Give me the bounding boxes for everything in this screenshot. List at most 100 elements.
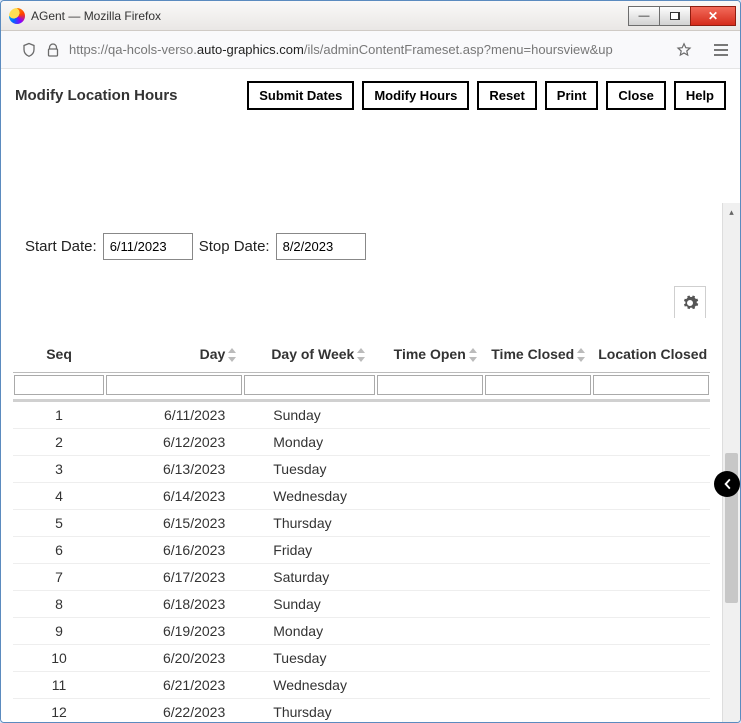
table-row[interactable]: 36/13/2023Tuesday — [13, 456, 710, 483]
stop-date-input[interactable] — [276, 233, 366, 260]
table-row[interactable]: 116/21/2023Wednesday — [13, 672, 710, 699]
cell-dow: Monday — [243, 618, 376, 645]
cell-loc — [592, 618, 710, 645]
col-dow-header[interactable]: Day of Week — [243, 328, 376, 373]
url-prefix: https://qa-hcols-verso. — [69, 42, 197, 57]
scroll-up-arrow[interactable]: ▴ — [723, 205, 740, 219]
hours-table: Seq Day Day of Week Time Open Time Close… — [13, 328, 710, 722]
filter-loc[interactable] — [593, 375, 709, 395]
url-field[interactable]: https://qa-hcols-verso.auto-graphics.com… — [11, 36, 702, 64]
cell-day: 6/18/2023 — [105, 591, 243, 618]
minimize-button[interactable]: — — [628, 6, 660, 26]
cell-seq: 10 — [13, 645, 105, 672]
cell-day: 6/17/2023 — [105, 564, 243, 591]
cell-day: 6/13/2023 — [105, 456, 243, 483]
cell-dow: Sunday — [243, 591, 376, 618]
cell-seq: 1 — [13, 401, 105, 429]
cell-open — [376, 401, 483, 429]
table-row[interactable]: 106/20/2023Tuesday — [13, 645, 710, 672]
cell-dow: Tuesday — [243, 456, 376, 483]
cell-dow: Wednesday — [243, 672, 376, 699]
table-row[interactable]: 66/16/2023Friday — [13, 537, 710, 564]
cell-open — [376, 510, 483, 537]
url-host: auto-graphics.com — [197, 42, 304, 57]
table-row[interactable]: 16/11/2023Sunday — [13, 401, 710, 429]
chevron-left-icon — [720, 477, 734, 491]
sort-icon — [227, 348, 237, 362]
modify-hours-button[interactable]: Modify Hours — [362, 81, 469, 110]
print-button[interactable]: Print — [545, 81, 599, 110]
col-seq-header[interactable]: Seq — [13, 328, 105, 373]
cell-open — [376, 591, 483, 618]
maximize-button[interactable] — [659, 6, 691, 26]
filter-row — [13, 373, 710, 401]
cell-dow: Thursday — [243, 699, 376, 722]
submit-dates-button[interactable]: Submit Dates — [247, 81, 354, 110]
col-loc-header[interactable]: Location Closed — [592, 328, 710, 373]
window-title: AGent — Mozilla Firefox — [31, 9, 161, 23]
address-bar: https://qa-hcols-verso.auto-graphics.com… — [1, 31, 740, 69]
reset-button[interactable]: Reset — [477, 81, 536, 110]
filter-close[interactable] — [485, 375, 591, 395]
filter-day[interactable] — [106, 375, 242, 395]
table-row[interactable]: 86/18/2023Sunday — [13, 591, 710, 618]
cell-day: 6/21/2023 — [105, 672, 243, 699]
cell-day: 6/12/2023 — [105, 429, 243, 456]
filter-dow[interactable] — [244, 375, 375, 395]
page-header: Modify Location Hours Submit Dates Modif… — [1, 69, 740, 122]
cell-open — [376, 537, 483, 564]
cell-seq: 7 — [13, 564, 105, 591]
cell-open — [376, 645, 483, 672]
cell-loc — [592, 456, 710, 483]
cell-day: 6/11/2023 — [105, 401, 243, 429]
cell-open — [376, 699, 483, 722]
filter-open[interactable] — [377, 375, 482, 395]
start-date-input[interactable] — [103, 233, 193, 260]
url-text: https://qa-hcols-verso.auto-graphics.com… — [69, 42, 668, 57]
date-row: Start Date: Stop Date: — [13, 203, 710, 280]
cell-loc — [592, 510, 710, 537]
col-day-header[interactable]: Day — [105, 328, 243, 373]
cell-seq: 6 — [13, 537, 105, 564]
window-buttons: — ✕ — [629, 6, 736, 26]
col-close-header[interactable]: Time Closed — [484, 328, 592, 373]
cell-seq: 2 — [13, 429, 105, 456]
cell-day: 6/14/2023 — [105, 483, 243, 510]
table-row[interactable]: 56/15/2023Thursday — [13, 510, 710, 537]
cell-seq: 8 — [13, 591, 105, 618]
cell-seq: 5 — [13, 510, 105, 537]
close-window-button[interactable]: ✕ — [690, 6, 736, 26]
cell-close — [484, 699, 592, 722]
table-row[interactable]: 26/12/2023Monday — [13, 429, 710, 456]
col-open-header[interactable]: Time Open — [376, 328, 483, 373]
table-row[interactable]: 96/19/2023Monday — [13, 618, 710, 645]
collapse-panel-button[interactable] — [714, 471, 740, 497]
cell-dow: Sunday — [243, 401, 376, 429]
table-row[interactable]: 46/14/2023Wednesday — [13, 483, 710, 510]
table-row[interactable]: 76/17/2023Saturday — [13, 564, 710, 591]
cell-loc — [592, 537, 710, 564]
cell-loc — [592, 645, 710, 672]
table-row[interactable]: 126/22/2023Thursday — [13, 699, 710, 722]
page-content: Modify Location Hours Submit Dates Modif… — [1, 69, 740, 722]
menu-icon[interactable] — [712, 41, 730, 59]
help-button[interactable]: Help — [674, 81, 726, 110]
cell-seq: 3 — [13, 456, 105, 483]
page-title: Modify Location Hours — [15, 87, 239, 104]
url-path: /ils/adminContentFrameset.asp?menu=hours… — [304, 42, 613, 57]
close-button[interactable]: Close — [606, 81, 665, 110]
cell-close — [484, 591, 592, 618]
cell-day: 6/15/2023 — [105, 510, 243, 537]
table-settings-button[interactable] — [674, 286, 706, 318]
filter-seq[interactable] — [14, 375, 104, 395]
cell-open — [376, 618, 483, 645]
cell-dow: Wednesday — [243, 483, 376, 510]
lock-icon — [45, 42, 61, 58]
cell-open — [376, 429, 483, 456]
stop-date-label: Stop Date: — [199, 238, 270, 255]
bookmark-star-icon[interactable] — [676, 42, 692, 58]
cell-open — [376, 672, 483, 699]
cell-close — [484, 564, 592, 591]
header-row: Seq Day Day of Week Time Open Time Close… — [13, 328, 710, 373]
vertical-scrollbar[interactable]: ▴ — [722, 203, 740, 722]
